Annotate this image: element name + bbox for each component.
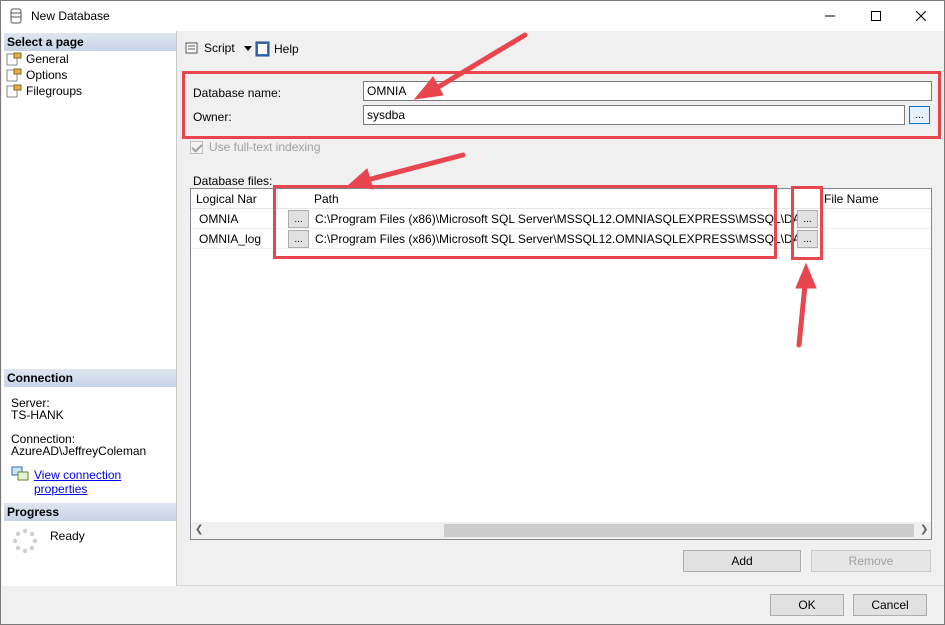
scroll-right-icon[interactable]: ❯ [920,524,928,535]
database-files-label: Database files: [193,174,273,188]
progress-status: Ready [50,529,85,543]
annotation-box-file-browse [791,186,823,260]
help-button[interactable]: Help [255,41,299,57]
chevron-down-icon [243,45,252,51]
progress-header: Progress [4,503,176,521]
page-label: Filegroups [26,84,83,98]
help-book-icon [255,41,270,57]
database-icon [10,8,22,24]
spinner-icon [12,528,38,554]
maximize-icon [871,11,881,21]
script-label: Script [204,41,235,55]
help-label: Help [274,42,299,56]
new-database-window: New Database Select a page General Optio… [0,0,945,625]
connection-properties-icon [11,466,29,481]
left-pane: Select a page General Options Filegroups… [2,31,177,586]
logical-name-cell: OMNIA [199,212,239,226]
close-button[interactable] [898,1,944,31]
select-page-header: Select a page [4,33,176,51]
maximize-button[interactable] [853,1,899,31]
page-label: Options [26,68,68,82]
page-wrench-icon [6,84,22,98]
minimize-icon [825,15,835,17]
horizontal-scrollbar[interactable]: ❮ ❯ [191,522,931,539]
annotation-arrow [368,152,466,182]
fulltext-checkbox[interactable]: Use full-text indexing [190,140,320,154]
page-label: General [26,52,69,66]
footer-divider [177,585,944,586]
column-file-name[interactable]: File Name [824,192,879,206]
page-filegroups[interactable]: Filegroups [6,83,82,99]
checkbox-icon [190,140,203,154]
fulltext-label: Use full-text indexing [209,140,321,154]
server-value: TS-HANK [11,408,64,422]
scroll-left-icon[interactable]: ❮ [195,524,203,535]
page-wrench-icon [6,68,22,82]
annotation-box-name-owner [182,71,941,139]
ok-button[interactable]: OK [770,594,844,616]
script-icon [185,42,198,54]
view-connection-properties-link[interactable]: View connection properties [34,468,176,496]
add-button[interactable]: Add [683,550,801,572]
toolbar: Script Help [177,31,944,65]
page-options[interactable]: Options [6,67,67,83]
annotation-box-path [273,185,777,259]
window-title: New Database [31,9,110,23]
connection-value: AzureAD\JeffreyColeman [11,444,147,458]
page-wrench-icon [6,52,22,66]
column-logical-name[interactable]: Logical Nar [196,192,257,206]
minimize-button[interactable] [807,1,853,31]
scroll-thumb[interactable] [444,524,914,537]
cancel-button[interactable]: Cancel [853,594,927,616]
close-icon [916,11,926,21]
title-bar: New Database [1,1,944,31]
script-button[interactable]: Script [185,41,252,55]
remove-button[interactable]: Remove [811,550,931,572]
page-general[interactable]: General [6,51,69,67]
logical-name-cell: OMNIA_log [199,232,262,246]
connection-header: Connection [4,369,176,387]
